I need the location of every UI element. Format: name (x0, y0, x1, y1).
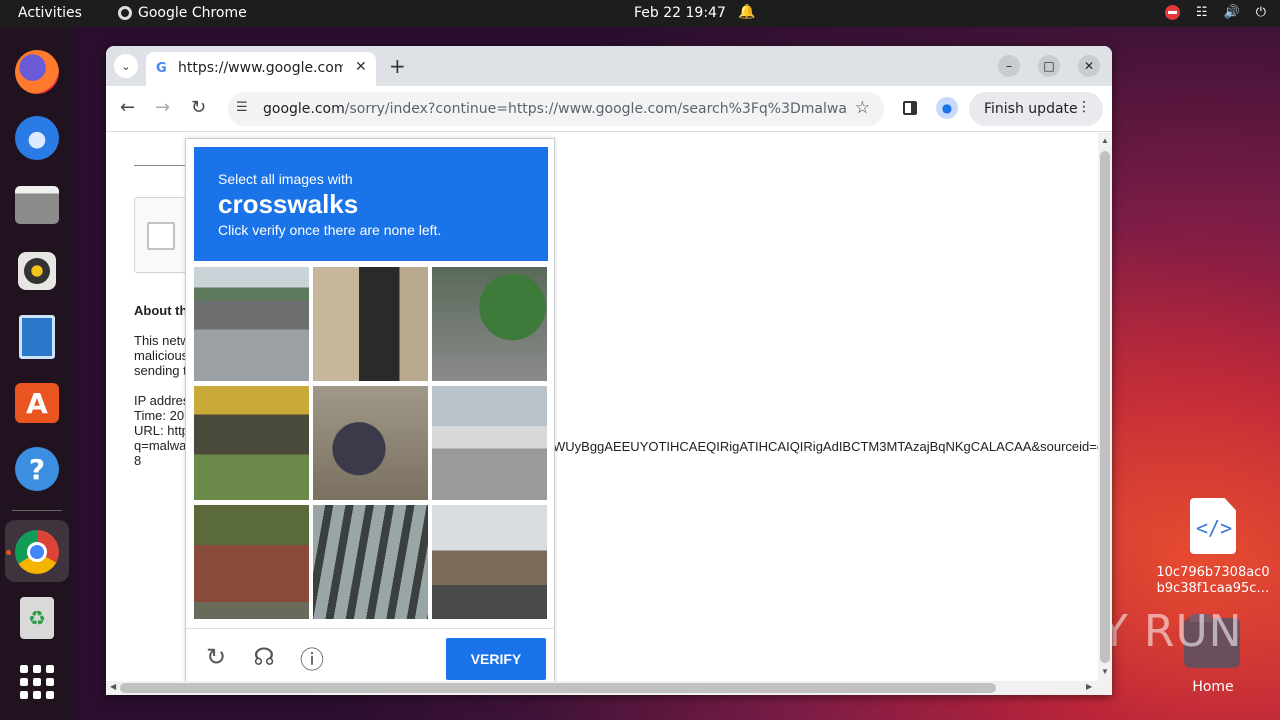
thunderbird-icon[interactable] (14, 115, 60, 161)
horizontal-scroll-thumb[interactable] (120, 683, 996, 693)
ip-line: IP addres (134, 393, 190, 408)
captcha-tile-6[interactable] (432, 386, 547, 500)
kebab-menu-icon[interactable]: ⋮ (1077, 99, 1091, 115)
bookmark-star-icon[interactable]: ☆ (855, 98, 870, 118)
tab-close-icon[interactable]: ✕ (355, 59, 367, 75)
running-indicator (6, 550, 11, 555)
captcha-tile-1[interactable] (194, 267, 309, 381)
chrome-small-icon (118, 6, 132, 20)
recaptcha-checkbox[interactable] (147, 222, 175, 250)
desktop-file-label[interactable]: 10c796b7308ac0 b9c38f1caa95c… (1148, 565, 1278, 597)
bell-icon: 🔔 (738, 4, 756, 20)
address-domain: google.com (263, 101, 345, 117)
captcha-header: Select all images with crosswalks Click … (194, 147, 548, 261)
address-bar[interactable]: ☰ google.com/sorry/index?continue=https:… (228, 92, 884, 126)
side-panel-icon[interactable] (903, 101, 917, 115)
top-bar: Activities Google Chrome Feb 22 19:47 🔔 … (0, 0, 1280, 27)
recording-stop-icon[interactable] (1164, 5, 1180, 20)
captcha-tile-2[interactable] (313, 267, 428, 381)
back-button[interactable]: ← (120, 97, 135, 118)
captcha-tile-4[interactable] (194, 386, 309, 500)
scroll-down-arrow-icon[interactable]: ▼ (1101, 667, 1109, 676)
vertical-scrollbar[interactable]: ▲ ▼ (1098, 133, 1112, 695)
file-name-line2: b9c38f1caa95c… (1156, 581, 1270, 596)
activities-button[interactable]: Activities (18, 5, 82, 21)
desktop-file-icon[interactable]: </> (1190, 498, 1236, 554)
files-icon[interactable] (14, 182, 60, 228)
show-apps-icon[interactable] (14, 659, 60, 705)
file-name-line1: 10c796b7308ac0 (1156, 565, 1270, 580)
google-favicon-icon: G (156, 61, 167, 76)
captcha-challenge: Select all images with crosswalks Click … (185, 138, 555, 683)
reload-challenge-icon[interactable]: ↻ (202, 643, 230, 671)
captcha-tile-7[interactable] (194, 505, 309, 619)
tab-search-button[interactable]: ⌄ (114, 54, 138, 78)
tab-google[interactable]: G https://www.google.com ✕ (146, 52, 376, 86)
tab-title: https://www.google.com (178, 60, 343, 76)
firefox-icon[interactable] (14, 49, 60, 95)
scroll-right-arrow-icon[interactable]: ▶ (1086, 682, 1092, 691)
address-path: /sorry/index?continue=https://www.google… (344, 101, 848, 117)
url-fragment: WUyBggAEEUYOTIHCAEQIRigATIHCAIQIRigAdIBC… (553, 439, 1104, 454)
help-icon[interactable]: ? (14, 446, 60, 492)
horizontal-scrollbar[interactable]: ◀ ▶ (106, 681, 1098, 695)
captcha-tile-grid (194, 267, 548, 621)
libreoffice-writer-icon[interactable] (14, 314, 60, 360)
app-menu[interactable]: Google Chrome (118, 5, 247, 21)
about-para-1: This netw (134, 333, 190, 348)
about-para-3: sending t (134, 363, 187, 378)
volume-icon: 🔊 (1223, 5, 1240, 20)
power-icon: ⏻ (1255, 5, 1266, 20)
captcha-tile-5[interactable] (313, 386, 428, 500)
about-para-2: malicious (134, 348, 189, 363)
forward-button[interactable]: → (155, 97, 170, 118)
captcha-subinstruction: Click verify once there are none left. (218, 222, 442, 238)
url-line: URL: http (134, 423, 189, 438)
captcha-tile-9[interactable] (432, 505, 547, 619)
verify-button[interactable]: VERIFY (446, 638, 546, 680)
system-tray[interactable]: ☷ 🔊 ⏻ (1164, 5, 1266, 20)
captcha-tile-8[interactable] (313, 505, 428, 619)
about-heading: About th (134, 303, 188, 318)
tab-strip: ⌄ G https://www.google.com ✕ + – □ ✕ (106, 46, 1112, 86)
reload-button[interactable]: ↻ (191, 97, 206, 118)
network-icon: ☷ (1195, 5, 1208, 20)
audio-challenge-icon[interactable]: ☊ (250, 643, 278, 671)
finish-update-label: Finish update (984, 101, 1078, 117)
new-tab-button[interactable]: + (389, 54, 406, 78)
page-viewport: About th This netw malicious sending t I… (106, 133, 1112, 695)
dock-separator (12, 510, 62, 511)
toolbar: ← → ↻ ☰ google.com/sorry/index?continue=… (106, 86, 1112, 132)
address-url[interactable]: google.com/sorry/index?continue=https://… (263, 101, 848, 117)
scroll-up-arrow-icon[interactable]: ▲ (1101, 136, 1109, 145)
time-line: Time: 20 (134, 408, 185, 423)
query-line: q=malwa (134, 438, 187, 453)
site-info-icon[interactable]: ☰ (236, 100, 248, 115)
captcha-footer: ↻ ☊ ⓘ VERIFY (186, 628, 554, 684)
app-center-icon[interactable]: A (14, 380, 60, 426)
trash-icon[interactable]: ♻ (14, 595, 60, 641)
close-window-button[interactable]: ✕ (1078, 55, 1100, 77)
finish-update-button[interactable]: Finish update ⋮ (969, 92, 1103, 126)
profile-avatar-icon[interactable]: ● (936, 97, 958, 119)
app-menu-label: Google Chrome (138, 5, 247, 21)
home-folder-label[interactable]: Home (1182, 679, 1244, 695)
captcha-instruction: Select all images with (218, 171, 353, 187)
maximize-button[interactable]: □ (1038, 55, 1060, 77)
query-line-end: 8 (134, 453, 142, 468)
chrome-icon[interactable] (14, 529, 60, 575)
dock: A ? ♻ (0, 27, 74, 720)
captcha-keyword: crosswalks (218, 189, 359, 219)
info-icon[interactable]: ⓘ (298, 643, 326, 674)
minimize-button[interactable]: – (998, 55, 1020, 77)
captcha-tile-3[interactable] (432, 267, 547, 381)
chrome-window: ⌄ G https://www.google.com ✕ + – □ ✕ ← →… (106, 46, 1112, 695)
clock[interactable]: Feb 22 19:47 (634, 5, 726, 21)
scroll-left-arrow-icon[interactable]: ◀ (110, 682, 116, 691)
vertical-scroll-thumb[interactable] (1100, 151, 1110, 663)
rhythmbox-icon[interactable] (14, 248, 60, 294)
